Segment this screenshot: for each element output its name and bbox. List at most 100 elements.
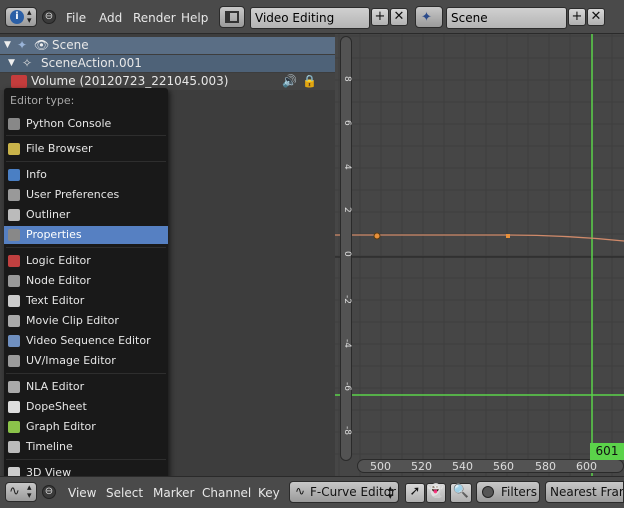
layout-browse-button[interactable] <box>219 6 245 28</box>
current-frame-label: 601 <box>595 444 619 458</box>
editor-menu-item-label: NLA Editor <box>26 380 85 393</box>
user-preferences-icon <box>8 189 20 201</box>
outliner-row-action[interactable]: ▼ ✧ SceneAction.001 <box>0 55 335 72</box>
graph-canvas[interactable] <box>335 34 624 476</box>
layout-grid-icon <box>225 11 239 23</box>
y-tick-label: 4 <box>342 164 352 170</box>
movie-clip-icon <box>8 315 20 327</box>
menu-separator <box>6 161 166 162</box>
menu-key[interactable]: Key <box>258 485 280 501</box>
editor-menu-item-graph-editor[interactable]: Graph Editor <box>4 418 168 436</box>
x-tick-label: 540 <box>452 460 473 473</box>
filter-dot-icon <box>482 486 494 498</box>
scene-name-field[interactable]: Scene <box>446 7 567 29</box>
mode-dropdown[interactable]: ∿ F-Curve Editor ▴ ▾ <box>289 481 399 503</box>
editor-menu-item-label: Python Console <box>26 117 112 130</box>
outliner-icon <box>8 209 20 221</box>
editor-menu-item-node-editor[interactable]: Node Editor <box>4 272 168 290</box>
editor-menu-item-text-editor[interactable]: Text Editor <box>4 292 168 310</box>
speaker-icon[interactable]: 🔊 <box>282 73 297 90</box>
logic-editor-icon <box>8 255 20 267</box>
outliner-label: Scene <box>52 38 89 52</box>
menu-channel[interactable]: Channel <box>202 485 251 501</box>
x-tick-label: 580 <box>535 460 556 473</box>
editor-menu-item-python-console[interactable]: Python Console <box>4 115 168 133</box>
editor-menu-item-label: Logic Editor <box>26 254 91 267</box>
menu-separator <box>6 459 166 460</box>
y-tick-label: -6 <box>342 382 352 391</box>
editor-menu-item-label: Info <box>26 168 47 181</box>
file-browser-icon <box>8 143 20 155</box>
lock-icon[interactable]: 🔒 <box>302 73 317 90</box>
outliner-row-scene[interactable]: ▼ ✦ 👁 Scene <box>0 37 335 54</box>
chevron-updown-icon: ▴ ▾ <box>27 483 32 501</box>
info-icon: i <box>10 10 24 24</box>
text-editor-icon <box>8 295 20 307</box>
add-layout-icon[interactable]: + <box>371 8 389 26</box>
editor-menu-item-video-sequence-editor[interactable]: Video Sequence Editor <box>4 332 168 350</box>
editor-menu-item-properties[interactable]: Properties <box>4 226 168 244</box>
graph-editor-area[interactable] <box>335 34 624 476</box>
menu-marker[interactable]: Marker <box>153 485 194 501</box>
menu-help[interactable]: Help <box>181 10 208 26</box>
editor-menu-item-info[interactable]: Info <box>4 166 168 184</box>
scene-icon: ✦ <box>17 38 28 52</box>
chevron-updown-icon: ▴ ▾ <box>27 8 32 26</box>
vertical-scrollbar[interactable] <box>340 36 352 461</box>
editor-menu-item-outliner[interactable]: Outliner <box>4 206 168 224</box>
collapse-menu-icon[interactable]: ⊖ <box>42 10 56 24</box>
collapse-menu-icon[interactable]: ⊖ <box>42 485 56 499</box>
current-frame-badge[interactable]: 601 <box>590 443 624 460</box>
menu-file[interactable]: File <box>66 10 86 26</box>
editor-menu-item-uv-image-editor[interactable]: UV/Image Editor <box>4 352 168 370</box>
y-tick-label: -8 <box>342 426 352 435</box>
x-tick-label: 500 <box>370 460 391 473</box>
add-scene-icon[interactable]: + <box>568 8 586 26</box>
graph-editor-icon <box>8 421 20 433</box>
menu-render[interactable]: Render <box>133 10 176 26</box>
editor-menu-item-logic-editor[interactable]: Logic Editor <box>4 252 168 270</box>
menu-add[interactable]: Add <box>99 10 122 26</box>
editor-menu-item-user-preferences[interactable]: User Preferences <box>4 186 168 204</box>
remove-scene-icon[interactable]: ✕ <box>587 8 605 26</box>
ghost-curve-icon[interactable]: 👻 <box>426 483 446 503</box>
menu-view[interactable]: View <box>68 485 96 501</box>
editor-menu-item-timeline[interactable]: Timeline <box>4 438 168 456</box>
sequence-editor-icon <box>8 335 20 347</box>
y-tick-label: -4 <box>342 339 352 348</box>
keyframe-handle <box>506 234 510 238</box>
zoom-icon[interactable]: 🔍 <box>450 483 472 503</box>
properties-icon <box>8 229 20 241</box>
layout-name-field[interactable]: Video Editing <box>250 7 370 29</box>
scene-icon: ✦ <box>421 10 432 25</box>
editor-menu-item-movie-clip-editor[interactable]: Movie Clip Editor <box>4 312 168 330</box>
editor-type-menu: Editor type: Python Console File Browser I… <box>4 88 168 481</box>
editor-menu-item-nla-editor[interactable]: NLA Editor <box>4 378 168 396</box>
uv-image-icon <box>8 355 20 367</box>
snap-dropdown[interactable]: Nearest Frame <box>545 481 624 503</box>
graph-editor-icon: ∿ <box>9 484 20 499</box>
info-icon <box>8 169 20 181</box>
chevron-updown-icon: ▴ ▾ <box>388 484 393 502</box>
editor-menu-item-label: Video Sequence Editor <box>26 334 151 347</box>
y-tick-label: -2 <box>342 295 352 304</box>
cursor-select-icon[interactable]: ➚ <box>405 483 425 503</box>
menu-select[interactable]: Select <box>106 485 143 501</box>
editor-menu-item-label: File Browser <box>26 142 93 155</box>
menu-separator <box>6 247 166 248</box>
remove-layout-icon[interactable]: ✕ <box>390 8 408 26</box>
node-editor-icon <box>8 275 20 287</box>
editor-menu-item-file-browser[interactable]: File Browser <box>4 140 168 158</box>
editor-menu-item-dopesheet[interactable]: DopeSheet <box>4 398 168 416</box>
editor-menu-item-label: Text Editor <box>26 294 85 307</box>
editor-menu-item-label: User Preferences <box>26 188 120 201</box>
dopesheet-icon <box>8 401 20 413</box>
x-tick-label: 600 <box>576 460 597 473</box>
scene-browse-button[interactable]: ✦ <box>415 6 443 28</box>
editor-menu-item-label: DopeSheet <box>26 400 87 413</box>
x-tick-label: 520 <box>411 460 432 473</box>
filters-button[interactable]: Filters <box>476 481 540 503</box>
editor-type-info-button[interactable]: i ▴ ▾ <box>5 7 37 27</box>
menu-title: Editor type: <box>10 94 75 107</box>
editor-type-graph-button[interactable]: ∿ ▴ ▾ <box>5 482 37 502</box>
